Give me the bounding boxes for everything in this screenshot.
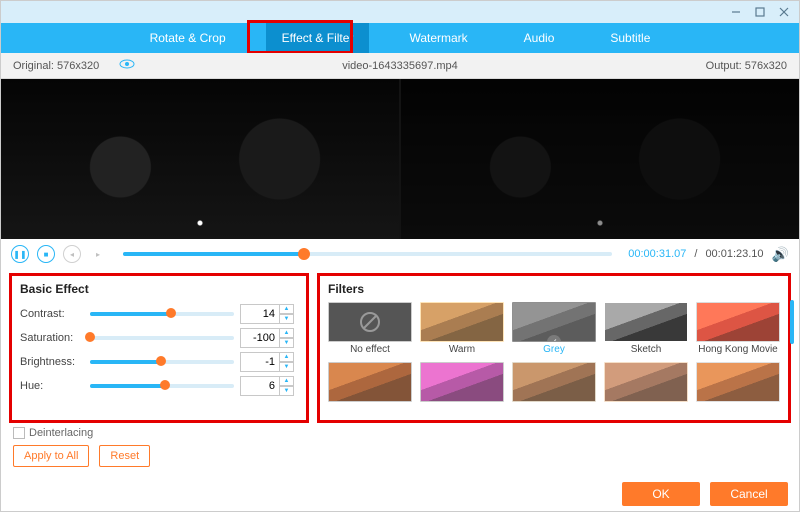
- stop-button[interactable]: ■: [37, 245, 55, 263]
- basic-row: Contrast: ▲▼: [20, 302, 298, 326]
- basic-spinner[interactable]: ▲▼: [240, 304, 298, 324]
- basic-label: Saturation:: [20, 332, 84, 344]
- filter-preview: [604, 302, 688, 342]
- tab-rotate-crop[interactable]: Rotate & Crop: [134, 23, 242, 53]
- preview-original: [1, 79, 399, 239]
- filters-scrollbar[interactable]: [790, 300, 794, 344]
- spin-up-icon[interactable]: ▲: [280, 352, 294, 362]
- apply-to-all-button[interactable]: Apply to All: [13, 445, 89, 467]
- filter-thumb[interactable]: [420, 362, 504, 416]
- tab-watermark[interactable]: Watermark: [393, 23, 483, 53]
- spin-up-icon[interactable]: ▲: [280, 328, 294, 338]
- basic-value-input[interactable]: [240, 304, 280, 324]
- deinterlacing-checkbox[interactable]: Deinterlacing: [13, 427, 93, 439]
- filter-thumb[interactable]: [328, 362, 412, 416]
- filters-panel: Filters No effect Warm ✓ Grey Sketch Hong Kon…: [317, 273, 791, 423]
- filter-thumb[interactable]: ✓ Grey: [512, 302, 596, 356]
- time-current: 00:00:31.07: [628, 248, 686, 260]
- filter-label: [420, 404, 504, 416]
- spin-up-icon[interactable]: ▲: [280, 376, 294, 386]
- basic-label: Brightness:: [20, 356, 84, 368]
- reset-button[interactable]: Reset: [99, 445, 150, 467]
- basic-slider[interactable]: [90, 312, 234, 316]
- filter-label: No effect: [328, 344, 412, 356]
- filename-label: video-1643335697.mp4: [342, 60, 458, 72]
- info-bar: Original: 576x320 video-1643335697.mp4 O…: [1, 53, 799, 79]
- filter-preview: [696, 362, 780, 402]
- basic-spinner[interactable]: ▲▼: [240, 376, 298, 396]
- close-button[interactable]: [773, 3, 795, 21]
- filter-preview: [512, 362, 596, 402]
- preview-eye-icon[interactable]: [119, 59, 135, 72]
- output-size-label: Output: 576x320: [706, 60, 787, 72]
- filters-title: Filters: [328, 282, 780, 296]
- cancel-button[interactable]: Cancel: [710, 482, 788, 506]
- filter-label: [328, 404, 412, 416]
- basic-value-input[interactable]: [240, 376, 280, 396]
- timeline-slider[interactable]: [123, 252, 612, 256]
- basic-value-input[interactable]: [240, 328, 280, 348]
- time-sep: /: [694, 248, 697, 260]
- ok-button[interactable]: OK: [622, 482, 700, 506]
- filter-thumb[interactable]: Sketch: [604, 302, 688, 356]
- filter-label: Warm: [420, 344, 504, 356]
- filter-thumb[interactable]: Warm: [420, 302, 504, 356]
- filter-preview: [604, 362, 688, 402]
- playback-bar: ❚❚ ■ ◂ ▸ 00:00:31.07 / 00:01:23.10 🔊: [1, 239, 799, 269]
- filter-label: Grey: [512, 344, 596, 356]
- time-total: 00:01:23.10: [705, 248, 763, 260]
- filter-preview: ✓: [512, 302, 596, 342]
- preview-row: [1, 79, 799, 239]
- no-effect-icon: [328, 302, 412, 342]
- maximize-button[interactable]: [749, 3, 771, 21]
- basic-slider[interactable]: [90, 336, 234, 340]
- filter-thumb[interactable]: Hong Kong Movie: [696, 302, 780, 356]
- next-frame-button[interactable]: ▸: [89, 245, 107, 263]
- basic-slider[interactable]: [90, 384, 234, 388]
- titlebar: [1, 1, 799, 23]
- tab-audio[interactable]: Audio: [508, 23, 571, 53]
- minimize-button[interactable]: [725, 3, 747, 21]
- spin-up-icon[interactable]: ▲: [280, 304, 294, 314]
- basic-slider[interactable]: [90, 360, 234, 364]
- preview-output: [399, 79, 799, 239]
- basic-row: Saturation: ▲▼: [20, 326, 298, 350]
- pause-button[interactable]: ❚❚: [11, 245, 29, 263]
- check-icon: ✓: [547, 335, 561, 342]
- filter-preview: [420, 362, 504, 402]
- filter-thumb[interactable]: [604, 362, 688, 416]
- filter-thumb[interactable]: [696, 362, 780, 416]
- spin-down-icon[interactable]: ▼: [280, 314, 294, 324]
- highlight-box: [247, 20, 353, 54]
- basic-value-input[interactable]: [240, 352, 280, 372]
- filter-label: Sketch: [604, 344, 688, 356]
- prev-frame-button[interactable]: ◂: [63, 245, 81, 263]
- basic-spinner[interactable]: ▲▼: [240, 352, 298, 372]
- main-tabs: Rotate & Crop Effect & Filter Watermark …: [1, 23, 799, 53]
- filter-label: Hong Kong Movie: [696, 344, 780, 356]
- filter-thumb[interactable]: No effect: [328, 302, 412, 356]
- filter-thumb[interactable]: [512, 362, 596, 416]
- filter-preview: [696, 302, 780, 342]
- volume-icon[interactable]: 🔊: [772, 246, 789, 263]
- basic-row: Hue: ▲▼: [20, 374, 298, 398]
- filter-label: [512, 404, 596, 416]
- filter-label: [604, 404, 688, 416]
- basic-row: Brightness: ▲▼: [20, 350, 298, 374]
- filter-preview: [420, 302, 504, 342]
- dialog-footer: OK Cancel: [622, 482, 788, 506]
- tab-subtitle[interactable]: Subtitle: [594, 23, 666, 53]
- basic-effect-panel: Basic Effect Contrast:▲▼Saturation:▲▼Bri…: [9, 273, 309, 423]
- original-size-label: Original: 576x320: [1, 60, 99, 72]
- basic-label: Hue:: [20, 380, 84, 392]
- basic-effect-title: Basic Effect: [20, 282, 298, 296]
- basic-label: Contrast:: [20, 308, 84, 320]
- spin-down-icon[interactable]: ▼: [280, 386, 294, 396]
- filter-preview: [328, 362, 412, 402]
- filter-label: [696, 404, 780, 416]
- basic-spinner[interactable]: ▲▼: [240, 328, 298, 348]
- spin-down-icon[interactable]: ▼: [280, 362, 294, 372]
- spin-down-icon[interactable]: ▼: [280, 338, 294, 348]
